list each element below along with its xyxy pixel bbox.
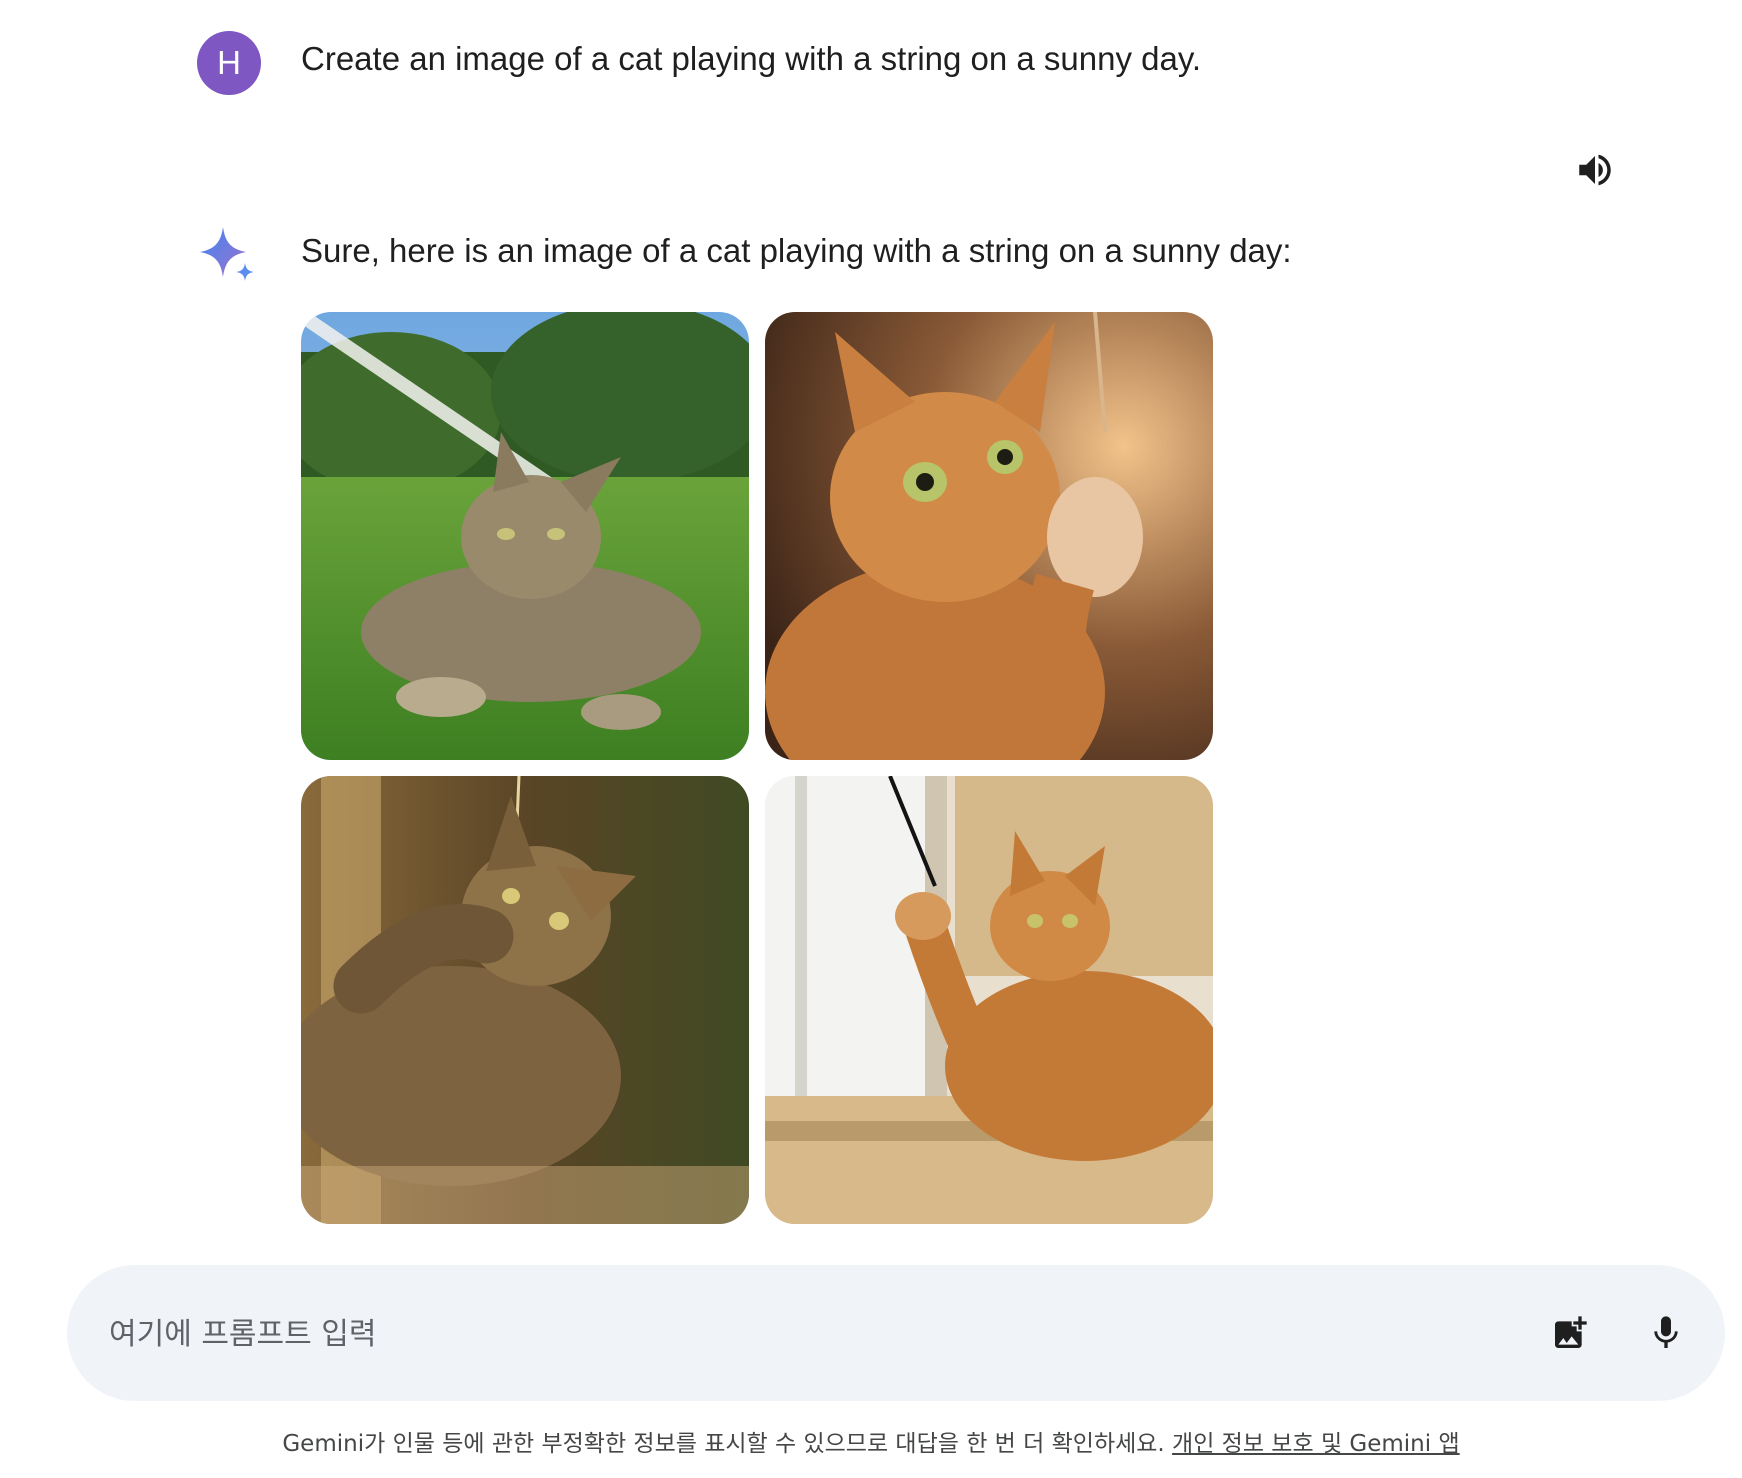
generated-image-2[interactable] xyxy=(765,312,1213,760)
privacy-link[interactable]: 개인 정보 보호 및 Gemini 앱 xyxy=(1172,1431,1460,1457)
avatar-initial: H xyxy=(217,44,241,81)
microphone-icon xyxy=(1654,1316,1678,1348)
prompt-input[interactable] xyxy=(107,1299,1411,1369)
generated-image-4[interactable] xyxy=(765,776,1213,1224)
add-photo-icon xyxy=(1555,1316,1587,1348)
footer-disclaimer: Gemini가 인물 등에 관한 부정확한 정보를 표시할 수 있으므로 대답을… xyxy=(0,1424,1742,1458)
prompt-input-bar xyxy=(67,1265,1725,1401)
microphone-button[interactable] xyxy=(1640,1307,1692,1359)
disclaimer-text: Gemini가 인물 등에 관한 부정확한 정보를 표시할 수 있으므로 대답을… xyxy=(282,1431,1165,1457)
user-prompt-text: Create an image of a cat playing with a … xyxy=(301,40,1202,77)
generated-images-grid xyxy=(301,312,1213,1225)
add-image-button[interactable] xyxy=(1544,1307,1596,1359)
model-response-text: Sure, here is an image of a cat playing … xyxy=(301,232,1292,269)
user-avatar: H xyxy=(197,31,261,95)
read-aloud-button[interactable] xyxy=(1570,145,1620,195)
volume-up-icon xyxy=(1579,154,1611,186)
gemini-sparkle-icon xyxy=(196,225,258,287)
generated-image-1[interactable] xyxy=(301,312,749,760)
generated-image-3[interactable] xyxy=(301,776,749,1224)
